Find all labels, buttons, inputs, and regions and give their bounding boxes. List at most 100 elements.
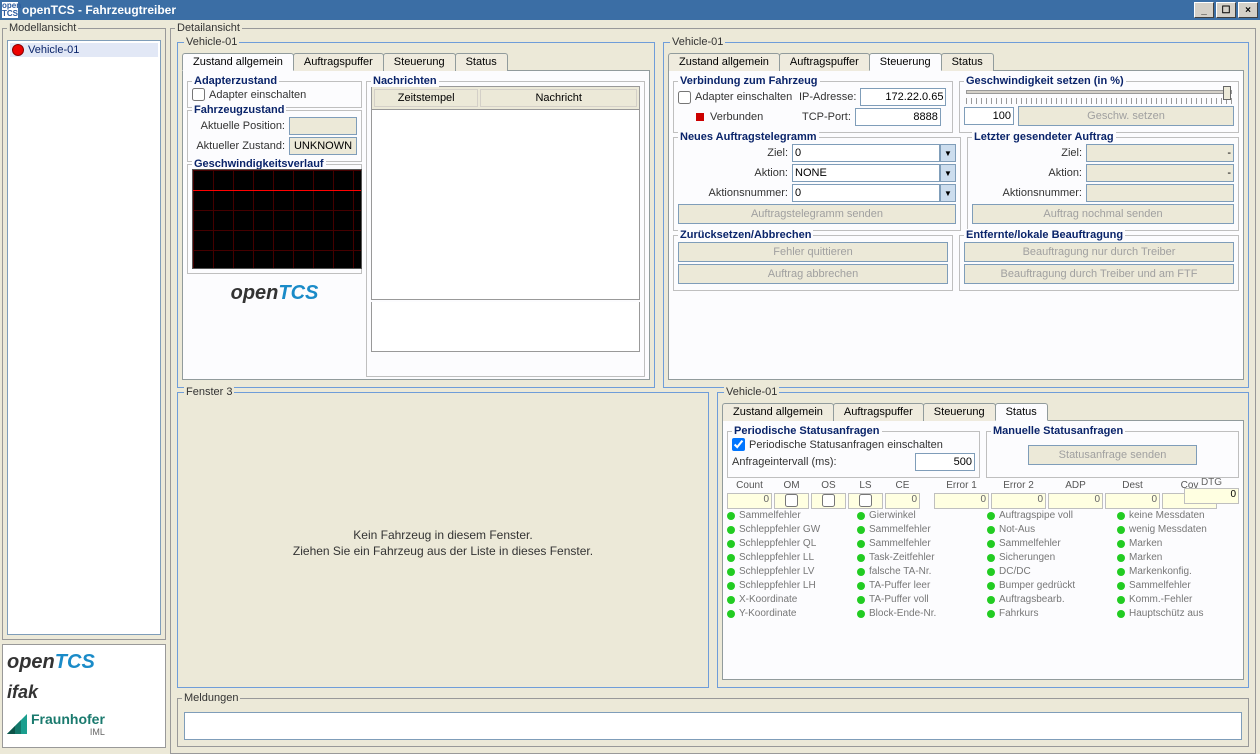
led-icon: [987, 554, 995, 562]
status-led: Schleppfehler LL: [727, 552, 849, 563]
send-order-button[interactable]: Auftragstelegramm senden: [678, 204, 956, 224]
meldungen-box[interactable]: [184, 712, 1242, 740]
led-icon: [987, 526, 995, 534]
status-led: Sammelfehler: [857, 524, 979, 535]
status-led: X-Koordinate: [727, 594, 849, 605]
state-field: [289, 137, 357, 155]
empty-line1: Kein Fahrzeug in diesem Fenster.: [353, 528, 532, 542]
abort-order-button[interactable]: Auftrag abbrechen: [678, 264, 948, 284]
dropdown-icon[interactable]: ▼: [940, 184, 956, 202]
resend-order-button[interactable]: Auftrag nochmal senden: [972, 204, 1234, 224]
e1-cell: 0: [934, 493, 989, 509]
ce-cell: 0: [885, 493, 920, 509]
status-led: TA-Puffer leer: [857, 580, 979, 591]
tab-zustand[interactable]: Zustand allgemein: [182, 53, 294, 71]
led-label: keine Messdaten: [1129, 510, 1205, 521]
led-label: Auftragsbearb.: [999, 594, 1065, 605]
status-led: Y-Koordinate: [727, 608, 849, 619]
remote-driver-only-button[interactable]: Beauftragung nur durch Treiber: [964, 242, 1234, 262]
led-label: Sammelfehler: [739, 510, 801, 521]
connection-status-icon: [696, 113, 704, 121]
empty-line2: Ziehen Sie ein Fahrzeug aus der Liste in…: [293, 544, 593, 558]
adapter-enable-checkbox[interactable]: [192, 88, 205, 101]
led-icon: [727, 526, 735, 534]
tab-status[interactable]: Status: [455, 53, 508, 71]
aktion-label: Aktion:: [972, 167, 1082, 179]
dropdown-icon[interactable]: ▼: [940, 164, 956, 182]
status-led: TA-Puffer voll: [857, 594, 979, 605]
speed-value-input[interactable]: [964, 107, 1014, 125]
status-led: Marken: [1117, 552, 1239, 563]
status-led: Sammelfehler: [1117, 580, 1239, 591]
led-icon: [727, 512, 735, 520]
last-ziel-field: [1086, 144, 1234, 162]
ip-input[interactable]: [860, 88, 946, 106]
led-label: falsche TA-Nr.: [869, 566, 931, 577]
connected-label: Verbunden: [710, 111, 798, 123]
speed-set-button[interactable]: Geschw. setzen: [1018, 106, 1234, 126]
tab-zustand[interactable]: Zustand allgemein: [668, 53, 780, 71]
led-icon: [987, 596, 995, 604]
panel-fenster3[interactable]: Fenster 3 Kein Fahrzeug in diesem Fenste…: [177, 392, 709, 688]
os-checkbox[interactable]: [811, 493, 846, 509]
tab-status[interactable]: Status: [995, 403, 1048, 421]
window-title: openTCS - Fahrzeugtreiber: [22, 3, 176, 17]
col-timestamp[interactable]: Zeitstempel: [374, 89, 478, 107]
remote-driver-ftf-button[interactable]: Beauftragung durch Treiber und am FTF: [964, 264, 1234, 284]
led-label: Task-Zeitfehler: [869, 552, 935, 563]
adapter-enable-checkbox[interactable]: [678, 91, 691, 104]
messages-detail[interactable]: [371, 302, 640, 352]
ls-checkbox[interactable]: [848, 493, 883, 509]
dropdown-icon[interactable]: ▼: [940, 144, 956, 162]
last-order-group-label: Letzter gesendeter Auftrag: [972, 131, 1116, 143]
led-icon: [987, 582, 995, 590]
dest-cell: 0: [1105, 493, 1160, 509]
ziel-select[interactable]: [792, 144, 940, 162]
port-input[interactable]: [855, 108, 941, 126]
led-label: Sammelfehler: [1129, 580, 1191, 591]
om-checkbox[interactable]: [774, 493, 809, 509]
led-label: Not-Aus: [999, 524, 1035, 535]
ifak-logo: ifak: [7, 682, 38, 703]
led-icon: [1117, 554, 1125, 562]
tab-puffer[interactable]: Auftragspuffer: [293, 53, 384, 71]
send-status-button[interactable]: Statusanfrage senden: [1028, 445, 1198, 465]
messages-body[interactable]: [371, 110, 640, 300]
tab-steuerung[interactable]: Steuerung: [869, 53, 942, 71]
ack-error-button[interactable]: Fehler quittieren: [678, 242, 948, 262]
tab-puffer[interactable]: Auftragspuffer: [833, 403, 924, 421]
titlebar: openTCS openTCS - Fahrzeugtreiber _ ☐ ×: [0, 0, 1260, 20]
interval-input[interactable]: [915, 453, 975, 471]
status-led: Hauptschütz aus: [1117, 608, 1239, 619]
tree-item-vehicle-01[interactable]: Vehicle-01: [10, 43, 158, 57]
led-label: Schleppfehler LH: [739, 580, 816, 591]
opentcs-logo-inline: openTCS: [187, 282, 362, 305]
led-icon: [987, 568, 995, 576]
col-message[interactable]: Nachricht: [480, 89, 637, 107]
led-label: TA-Puffer voll: [869, 594, 929, 605]
model-tree[interactable]: Vehicle-01: [7, 40, 161, 635]
status-led: Not-Aus: [987, 524, 1109, 535]
vehicle-status-icon: [12, 44, 24, 56]
led-label: Komm.-Fehler: [1129, 594, 1192, 605]
status-led: Fahrkurs: [987, 608, 1109, 619]
status-led: falsche TA-Nr.: [857, 566, 979, 577]
led-label: Auftragspipe voll: [999, 510, 1073, 521]
periodic-enable-checkbox[interactable]: [732, 438, 745, 451]
model-view-title: Modellansicht: [7, 22, 78, 34]
tab-puffer[interactable]: Auftragspuffer: [779, 53, 870, 71]
speed-slider[interactable]: [966, 90, 1232, 94]
maximize-button[interactable]: ☐: [1216, 2, 1236, 18]
count-cell: 0: [727, 493, 772, 509]
close-button[interactable]: ×: [1238, 2, 1258, 18]
tab-zustand[interactable]: Zustand allgemein: [722, 403, 834, 421]
led-icon: [1117, 526, 1125, 534]
tab-steuerung[interactable]: Steuerung: [383, 53, 456, 71]
led-label: Schleppfehler LL: [739, 552, 814, 563]
aktion-select[interactable]: [792, 164, 940, 182]
anum-select[interactable]: [792, 184, 940, 202]
status-led: DC/DC: [987, 566, 1109, 577]
tab-steuerung[interactable]: Steuerung: [923, 403, 996, 421]
tab-status[interactable]: Status: [941, 53, 994, 71]
minimize-button[interactable]: _: [1194, 2, 1214, 18]
